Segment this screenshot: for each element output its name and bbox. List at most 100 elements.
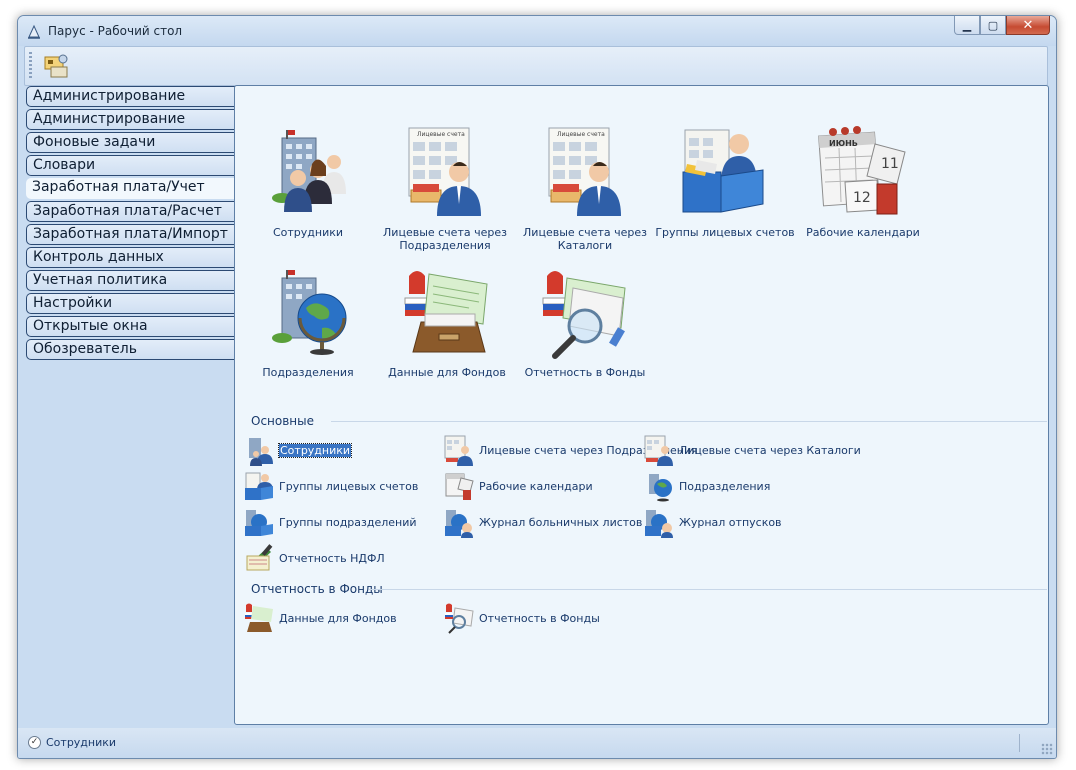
minimize-button[interactable]: ▁ xyxy=(954,16,980,35)
calendar-icon: ИЮНЬ 11 12 xyxy=(818,126,906,215)
link-label: Лицевые счета через Каталоги xyxy=(679,443,861,457)
employees-icon xyxy=(249,438,273,466)
section-title: Основные xyxy=(251,414,315,428)
large-icon-account-groups[interactable]: Группы лицевых счетов xyxy=(655,124,795,239)
link-label: Отчетность в Фонды xyxy=(479,611,600,625)
link-label: Рабочие календари xyxy=(479,479,593,493)
large-icon-fund-data[interactable]: Данные для Фондов xyxy=(377,264,517,379)
section-title: Отчетность в Фонды xyxy=(251,582,383,596)
minimize-icon: ▁ xyxy=(962,18,972,32)
large-icon-label: Сотрудники xyxy=(272,226,344,239)
large-icon-departments[interactable]: Подразделения xyxy=(238,264,378,379)
nav-item[interactable]: Заработная плата/Импорт xyxy=(26,224,236,245)
status-bar: ✓ Сотрудники xyxy=(18,728,1056,758)
svg-text:ИЮНЬ: ИЮНЬ xyxy=(829,139,858,148)
maximize-icon: ▢ xyxy=(987,18,999,32)
close-button[interactable]: ✕ xyxy=(1006,16,1050,35)
resize-grip[interactable] xyxy=(1041,743,1053,755)
section-header-main: Основные xyxy=(251,414,1047,428)
link-account-groups[interactable]: Группы лицевых счетов xyxy=(243,470,418,502)
link-department-groups[interactable]: Группы подразделений xyxy=(243,506,417,538)
large-icon-label: Рабочие календари xyxy=(806,226,920,239)
link-label: Журнал отпусков xyxy=(679,515,782,529)
link-sick-leave-journal[interactable]: Журнал больничных листов xyxy=(443,506,642,538)
nav-item[interactable]: Словари xyxy=(26,155,236,176)
large-icon-label: Лицевые счета через Каталоги xyxy=(523,226,647,252)
link-vacation-journal[interactable]: Журнал отпусков xyxy=(643,506,782,538)
large-icon-label: Отчетность в Фонды xyxy=(524,366,646,379)
maximize-button[interactable]: ▢ xyxy=(980,16,1006,35)
departments-globe-icon xyxy=(272,270,347,355)
large-icon-employees[interactable]: Сотрудники xyxy=(238,124,378,239)
fund-reporting-icon xyxy=(542,271,626,359)
toolbar-grip[interactable] xyxy=(29,52,32,80)
link-label: Группы лицевых счетов xyxy=(279,479,419,493)
departments-globe-icon xyxy=(649,474,672,502)
large-icon-accounts-by-catalog[interactable]: Лицевые счета Лицевые счета через Катало… xyxy=(515,124,655,252)
department-groups-icon xyxy=(245,510,273,536)
desktop-tool-icon[interactable] xyxy=(41,51,71,81)
large-icon-label: Данные для Фондов xyxy=(388,366,506,379)
link-label: Сотрудники xyxy=(277,442,353,458)
section-header-fund-reporting: Отчетность в Фонды xyxy=(251,582,1047,596)
account-groups-icon xyxy=(245,472,273,500)
svg-text:11: 11 xyxy=(881,156,899,172)
link-label: Отчетность НДФЛ xyxy=(279,551,385,565)
nav-item[interactable]: Фоновые задачи xyxy=(26,132,236,153)
account-groups-icon xyxy=(682,129,764,213)
link-label: Группы подразделений xyxy=(279,515,417,529)
nav-item[interactable]: Обозреватель xyxy=(26,339,236,360)
link-employees[interactable]: Сотрудники xyxy=(243,434,353,466)
large-icon-fund-reporting[interactable]: Отчетность в Фонды xyxy=(515,264,655,379)
desktop-content: Сотрудники Лицевые счета Лицевые счета ч… xyxy=(234,85,1049,725)
section-divider xyxy=(369,589,1047,590)
link-ndfl-reporting[interactable]: Отчетность НДФЛ xyxy=(243,542,385,574)
nav-item[interactable]: Настройки xyxy=(26,293,236,314)
personal-accounts-icon xyxy=(644,435,673,466)
large-icon-accounts-by-department[interactable]: Лицевые счета Лицевые счета через Подраз… xyxy=(375,124,515,252)
svg-text:Лицевые счета: Лицевые счета xyxy=(557,131,605,138)
link-departments[interactable]: Подразделения xyxy=(643,470,770,502)
link-accounts-by-catalog[interactable]: Лицевые счета через Каталоги xyxy=(643,434,861,466)
link-fund-reporting[interactable]: Отчетность в Фонды xyxy=(443,602,600,634)
nav-item[interactable]: Открытые окна xyxy=(26,316,236,337)
link-label: Данные для Фондов xyxy=(279,611,397,625)
svg-text:12: 12 xyxy=(853,190,871,206)
nav-item[interactable]: Администрирование сервера xyxy=(26,86,236,123)
status-separator xyxy=(1019,734,1020,752)
toolbar xyxy=(24,46,1048,86)
large-icon-label: Лицевые счета через Подразделения xyxy=(383,226,507,252)
personal-accounts-icon xyxy=(444,435,473,466)
nav-item[interactable]: Заработная плата/Учет xyxy=(26,178,238,199)
nav-item[interactable]: Администрирование xyxy=(26,109,236,130)
fund-data-icon xyxy=(245,603,273,632)
status-text: Сотрудники xyxy=(46,736,117,749)
title-bar[interactable]: Парус - Рабочий стол ▁ ▢ ✕ xyxy=(18,16,1056,46)
large-icon-work-calendars[interactable]: ИЮНЬ 11 12 Рабочие календари xyxy=(793,124,933,239)
nav-item[interactable]: Контроль данных xyxy=(26,247,236,268)
nav-item[interactable]: Заработная плата/Расчет xyxy=(26,201,236,222)
calendar-icon xyxy=(445,473,474,500)
link-work-calendars[interactable]: Рабочие календари xyxy=(443,470,593,502)
section-divider xyxy=(331,421,1047,422)
link-label: Подразделения xyxy=(679,479,771,493)
fund-reporting-icon xyxy=(445,603,474,634)
link-fund-data[interactable]: Данные для Фондов xyxy=(243,602,397,634)
large-icon-label: Группы лицевых счетов xyxy=(655,226,795,239)
close-icon: ✕ xyxy=(1022,17,1034,33)
employees-icon xyxy=(272,130,346,212)
window-title: Парус - Рабочий стол xyxy=(48,24,183,38)
personal-accounts-icon: Лицевые счета xyxy=(408,127,481,216)
sick-leave-journal-icon xyxy=(445,510,473,538)
nav-item[interactable]: Учетная политика xyxy=(26,270,236,291)
fund-data-icon xyxy=(404,271,488,353)
large-icon-label: Подразделения xyxy=(262,366,354,379)
check-circle-icon: ✓ xyxy=(28,736,41,749)
parus-app-icon xyxy=(28,24,40,39)
main-window: Парус - Рабочий стол ▁ ▢ ✕ Администриров… xyxy=(17,15,1057,759)
link-label: Журнал больничных листов xyxy=(479,515,643,529)
svg-text:Лицевые счета: Лицевые счета xyxy=(417,131,465,138)
personal-accounts-icon: Лицевые счета xyxy=(548,127,621,216)
ndfl-report-icon xyxy=(246,544,273,571)
navigation-panel: Администрирование сервераАдминистрирован… xyxy=(26,86,238,362)
